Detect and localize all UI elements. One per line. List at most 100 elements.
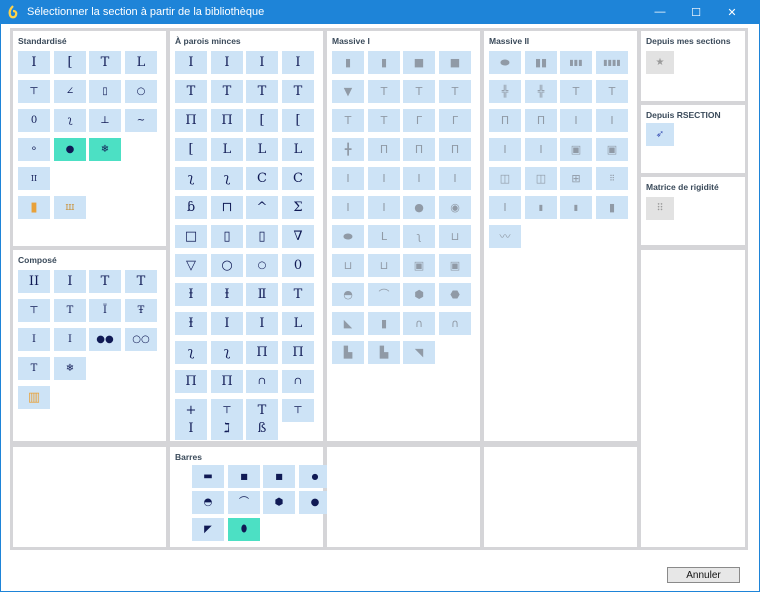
section-sloped-angle-tile[interactable]: ∠ <box>54 80 86 103</box>
massive-tile[interactable]: ⊔ <box>332 254 364 277</box>
composed-tile[interactable]: T <box>54 299 86 322</box>
my-sections-tile[interactable]: ★ <box>646 51 674 74</box>
thin-walled-tile[interactable]: 0 <box>282 254 314 277</box>
thin-walled-tile[interactable]: T <box>282 283 314 306</box>
section-pipe-tile[interactable]: ○ <box>125 80 157 103</box>
cancel-button[interactable]: Annuler <box>667 567 740 583</box>
thin-walled-tile[interactable]: ▯ <box>246 225 278 248</box>
section-double-i-tile[interactable]: II <box>18 167 50 190</box>
section-o-tile[interactable]: 0 <box>18 109 50 132</box>
composed-tile[interactable]: ⊤ <box>18 299 50 322</box>
composed-tile[interactable]: Ŧ <box>125 299 157 322</box>
massive2-tile[interactable]: ▣ <box>560 138 592 161</box>
massive2-tile[interactable]: ▣ <box>596 138 628 161</box>
massive-tile[interactable]: ⌒ <box>368 283 400 306</box>
massive-tile[interactable]: ⬬ <box>332 225 364 248</box>
massive2-tile[interactable]: ⊞ <box>560 167 592 190</box>
thin-walled-tile[interactable]: L <box>246 138 278 161</box>
thin-walled-tile[interactable]: C <box>246 167 278 190</box>
thin-walled-tile[interactable]: T <box>246 80 278 103</box>
massive-tile[interactable]: ▣ <box>439 254 471 277</box>
bar-tile[interactable]: ■ <box>228 465 260 488</box>
section-inverted-t-tile[interactable]: ⊤ <box>18 80 50 103</box>
thin-walled-tile[interactable]: L <box>282 312 314 335</box>
massive-tile[interactable]: I <box>332 167 364 190</box>
maximize-button[interactable]: ☐ <box>678 0 714 24</box>
thin-walled-tile[interactable]: ▽ <box>175 254 207 277</box>
thin-walled-tile[interactable]: Π <box>211 109 243 132</box>
bar-tile[interactable]: ■ <box>263 465 295 488</box>
massive2-tile[interactable]: T <box>596 80 628 103</box>
massive-tile[interactable]: I <box>368 196 400 219</box>
bar-tile-selected[interactable]: ⬮ <box>228 518 260 541</box>
minimize-button[interactable]: — <box>642 0 678 24</box>
massive-tile[interactable]: Γ <box>403 109 435 132</box>
thin-walled-tile[interactable]: Ⅱ <box>246 283 278 306</box>
massive-tile[interactable]: ◓ <box>332 283 364 306</box>
massive-tile[interactable]: ◥ <box>403 341 435 364</box>
section-rail-tile[interactable]: ⊥ <box>89 109 121 132</box>
thin-walled-tile[interactable]: ⊓ <box>211 196 243 219</box>
thin-walled-tile[interactable]: ∇ <box>282 225 314 248</box>
close-button[interactable]: ✕ <box>714 0 750 24</box>
thin-walled-tile[interactable]: I <box>211 312 243 335</box>
thin-walled-tile[interactable]: Ɨ <box>175 283 207 306</box>
massive-tile[interactable]: T <box>403 80 435 103</box>
massive2-tile[interactable]: T <box>560 80 592 103</box>
composed-tile[interactable]: T <box>125 270 157 293</box>
massive-tile[interactable]: ■ <box>439 51 471 74</box>
massive-tile[interactable]: ▮ <box>368 51 400 74</box>
massive-tile[interactable]: ʅ <box>403 225 435 248</box>
massive-tile[interactable]: T <box>368 109 400 132</box>
section-channel-tile[interactable]: [ <box>54 51 86 74</box>
thin-walled-tile[interactable]: I <box>175 51 207 74</box>
section-dual-tile[interactable]: ⚬ <box>18 138 50 161</box>
massive-tile[interactable]: ⊔ <box>368 254 400 277</box>
bar-tile[interactable]: ⬢ <box>263 491 295 514</box>
thin-walled-tile[interactable]: T <box>211 80 243 103</box>
composed-tile[interactable]: II <box>18 270 50 293</box>
massive2-tile[interactable]: 〰 <box>489 225 521 248</box>
thin-walled-tile[interactable]: Π <box>175 370 207 393</box>
massive-tile[interactable]: ⊔ <box>439 225 471 248</box>
massive2-tile[interactable]: ▮▮▮ <box>560 51 592 74</box>
section-sheet-tile[interactable]: ∼ <box>125 109 157 132</box>
thin-walled-tile[interactable]: C <box>282 167 314 190</box>
massive2-tile[interactable]: ◫ <box>489 167 521 190</box>
massive2-tile[interactable]: ╬ <box>489 80 521 103</box>
section-z-tile[interactable]: ʅ <box>54 109 86 132</box>
thin-walled-tile[interactable]: [ <box>282 109 314 132</box>
thin-walled-tile[interactable]: ɓ <box>175 196 207 219</box>
section-timber-glulam-tile[interactable]: Ш <box>54 196 86 219</box>
thin-walled-tile[interactable]: ℷ <box>211 417 243 440</box>
thin-walled-tile[interactable]: T <box>175 80 207 103</box>
thin-walled-tile[interactable]: I <box>246 312 278 335</box>
section-timber-tile[interactable]: ▮ <box>18 196 50 219</box>
thin-walled-tile[interactable]: I <box>282 51 314 74</box>
massive-tile[interactable]: ⬣ <box>439 283 471 306</box>
composed-tile[interactable]: Ϊ <box>89 299 121 322</box>
section-gear-tile[interactable]: ❄ <box>89 138 121 161</box>
massive-tile[interactable]: ▙ <box>332 341 364 364</box>
massive-tile[interactable]: ╋ <box>332 138 364 161</box>
massive2-tile[interactable]: Π <box>525 109 557 132</box>
composed-tile[interactable]: ●● <box>89 328 121 351</box>
massive-tile[interactable]: T <box>439 80 471 103</box>
massive2-tile[interactable]: ▮ <box>596 196 628 219</box>
composed-tile[interactable]: ○○ <box>125 328 157 351</box>
massive-tile[interactable]: ▙ <box>368 341 400 364</box>
massive-tile[interactable]: ∩ <box>439 312 471 335</box>
massive-tile[interactable]: L <box>368 225 400 248</box>
section-round-bar-tile[interactable]: ● <box>54 138 86 161</box>
thin-walled-tile[interactable]: [ <box>175 138 207 161</box>
massive-tile[interactable]: ▼ <box>332 80 364 103</box>
massive-tile[interactable]: Π <box>368 138 400 161</box>
bar-tile[interactable]: ⌒ <box>228 491 260 514</box>
thin-walled-tile[interactable]: Ɨ <box>175 312 207 335</box>
section-t-tile[interactable]: T <box>89 51 121 74</box>
massive-tile[interactable]: Π <box>403 138 435 161</box>
massive-tile[interactable]: ▣ <box>403 254 435 277</box>
thin-walled-tile[interactable]: ʅ <box>211 167 243 190</box>
massive-tile[interactable]: ▮ <box>332 51 364 74</box>
thin-walled-tile[interactable]: ⊤ <box>282 399 314 422</box>
